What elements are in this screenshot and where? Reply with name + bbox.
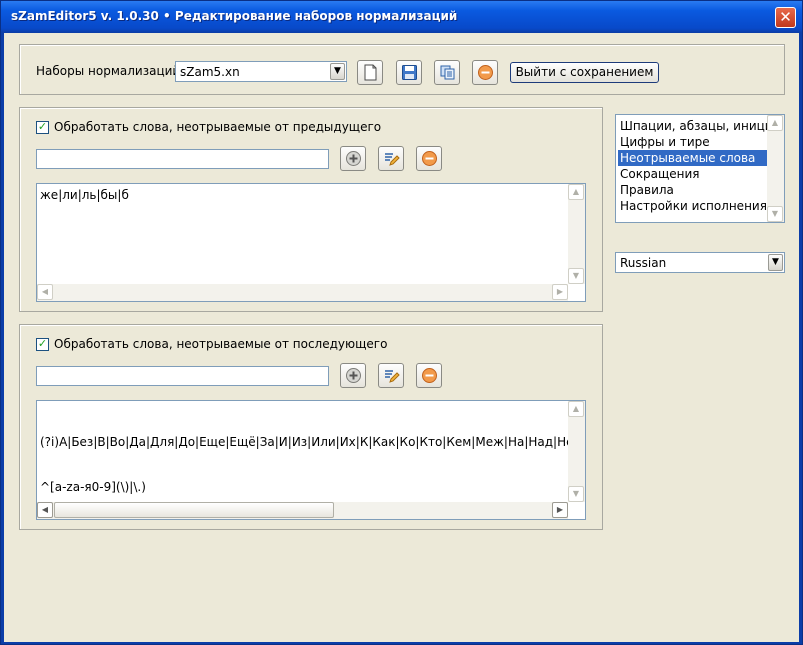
- scroll-down-icon[interactable]: ▼: [568, 268, 584, 284]
- category-vscrollbar[interactable]: ▲ ▼: [767, 115, 784, 222]
- client-area: Наборы нормализаций sZam5.xn ▼ Выйти с с…: [4, 33, 799, 642]
- delete-icon: [478, 65, 493, 80]
- chevron-down-icon[interactable]: ▼: [768, 254, 783, 271]
- category-item[interactable]: Неотрываемые слова: [618, 150, 767, 166]
- next-words-checkbox[interactable]: ✓: [36, 338, 49, 351]
- next-memo-hscrollbar[interactable]: ◀ ▶: [37, 502, 568, 519]
- prev-word-input[interactable]: [36, 149, 329, 169]
- copy-set-button[interactable]: [434, 60, 460, 85]
- language-select[interactable]: Russian ▼: [615, 252, 785, 273]
- prev-memo-vscrollbar[interactable]: ▲ ▼: [568, 184, 585, 284]
- new-set-button[interactable]: [357, 60, 383, 85]
- scroll-up-icon[interactable]: ▲: [568, 401, 584, 417]
- add-icon: [346, 368, 361, 383]
- next-words-memo[interactable]: (?i)А|Без|В|Во|Да|Для|До|Еще|Ещё|За|И|Из…: [36, 400, 586, 520]
- scroll-up-icon[interactable]: ▲: [568, 184, 584, 200]
- next-edit-button[interactable]: [378, 363, 404, 388]
- delete-icon: [422, 368, 437, 383]
- save-disk-icon: [402, 65, 417, 80]
- sets-label: Наборы нормализаций: [36, 64, 181, 78]
- category-item[interactable]: Правила: [618, 182, 767, 198]
- next-words-group: ✓ Обработать слова, неотрываемые от посл…: [19, 324, 603, 530]
- scroll-thumb[interactable]: [54, 502, 334, 518]
- copy-icon: [440, 65, 455, 80]
- save-set-button[interactable]: [396, 60, 422, 85]
- prev-words-memo-text: же|ли|ль|бы|б: [40, 188, 129, 202]
- scroll-up-icon[interactable]: ▲: [767, 115, 783, 131]
- next-word-input[interactable]: [36, 366, 329, 386]
- sets-select-value: sZam5.xn: [180, 65, 240, 79]
- next-add-button[interactable]: [340, 363, 366, 388]
- prev-words-checkbox[interactable]: ✓: [36, 121, 49, 134]
- exit-save-button[interactable]: Выйти с сохранением: [510, 62, 659, 83]
- window-title: sZamEditor5 v. 1.0.30 • Редактирование н…: [11, 9, 458, 23]
- scroll-left-icon[interactable]: ◀: [37, 284, 53, 300]
- category-item[interactable]: Сокращения: [618, 166, 767, 182]
- memo-line: ^[a-za-я0-9](\)|\.): [40, 480, 146, 494]
- delete-set-button[interactable]: [472, 60, 498, 85]
- scroll-down-icon[interactable]: ▼: [767, 206, 783, 222]
- prev-words-group: ✓ Обработать слова, неотрываемые от пред…: [19, 107, 603, 312]
- scroll-right-icon[interactable]: ▶: [552, 502, 568, 518]
- next-memo-vscrollbar[interactable]: ▲ ▼: [568, 401, 585, 502]
- edit-icon: [385, 370, 400, 383]
- prev-words-checkbox-label[interactable]: Обработать слова, неотрываемые от предыд…: [54, 120, 381, 134]
- category-item[interactable]: Цифры и тире: [618, 134, 767, 150]
- delete-icon: [422, 151, 437, 166]
- prev-delete-button[interactable]: [416, 146, 442, 171]
- prev-add-button[interactable]: [340, 146, 366, 171]
- chevron-down-icon[interactable]: ▼: [330, 63, 345, 80]
- scroll-down-icon[interactable]: ▼: [568, 486, 584, 502]
- scroll-right-icon[interactable]: ▶: [552, 284, 568, 300]
- edit-icon: [385, 153, 400, 166]
- add-icon: [346, 151, 361, 166]
- sets-toolbar-group: Наборы нормализаций sZam5.xn ▼ Выйти с с…: [19, 44, 785, 95]
- category-list[interactable]: Шпации, абзацы, инициалЦифры и тиреНеотр…: [615, 114, 785, 223]
- language-select-value: Russian: [620, 256, 667, 270]
- title-bar[interactable]: sZamEditor5 v. 1.0.30 • Редактирование н…: [1, 1, 802, 33]
- app-window: sZamEditor5 v. 1.0.30 • Редактирование н…: [0, 0, 803, 645]
- memo-line: (?i)А|Без|В|Во|Да|Для|До|Еще|Ещё|За|И|Из…: [40, 435, 586, 449]
- new-file-icon: [364, 64, 377, 81]
- prev-memo-hscrollbar[interactable]: ◀ ▶: [37, 284, 568, 301]
- next-words-checkbox-label[interactable]: Обработать слова, неотрываемые от послед…: [54, 337, 387, 351]
- prev-edit-button[interactable]: [378, 146, 404, 171]
- scroll-left-icon[interactable]: ◀: [37, 502, 53, 518]
- next-delete-button[interactable]: [416, 363, 442, 388]
- close-button[interactable]: ✕: [775, 7, 796, 28]
- category-item[interactable]: Шпации, абзацы, инициал: [618, 118, 767, 134]
- category-item[interactable]: Настройки исполнения: [618, 198, 767, 214]
- sets-select[interactable]: sZam5.xn ▼: [175, 61, 347, 82]
- prev-words-memo[interactable]: же|ли|ль|бы|б ▲ ▼ ◀ ▶: [36, 183, 586, 302]
